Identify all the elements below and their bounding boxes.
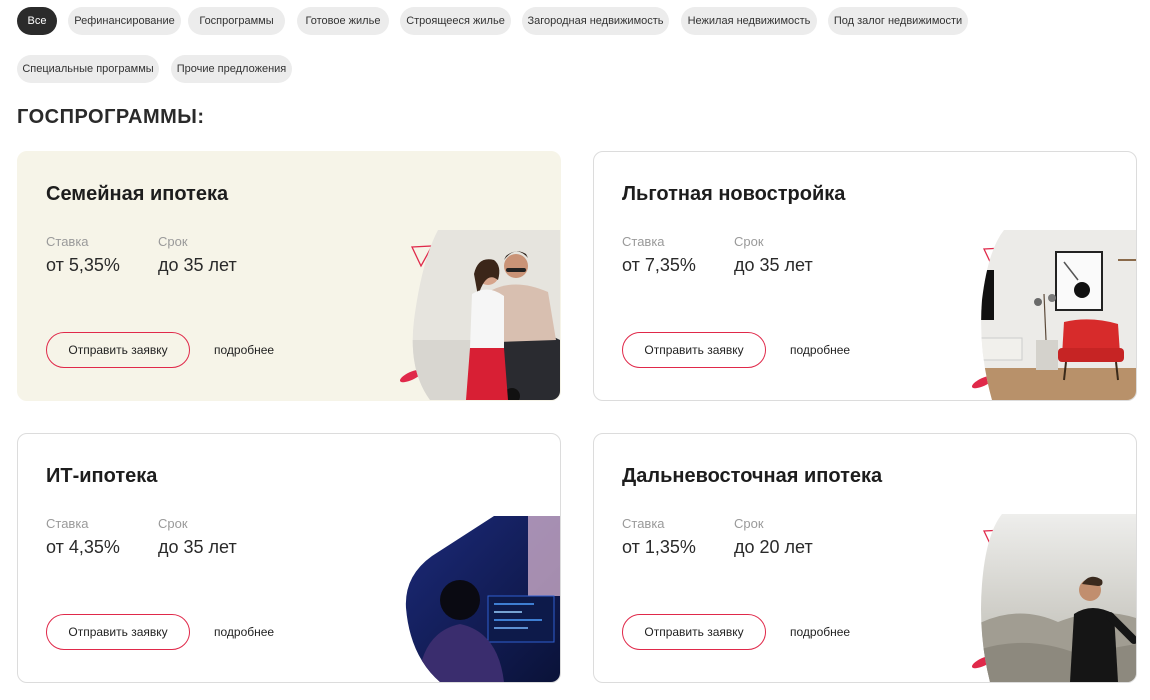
filter-chip-gosprogrammy[interactable]: Госпрограммы — [188, 7, 285, 35]
more-link[interactable]: подробнее — [214, 625, 274, 639]
card-it-mortgage[interactable]: ИТ-ипотека Ставка от 4,35% Срок до 35 ле… — [17, 433, 561, 683]
more-link[interactable]: подробнее — [790, 343, 850, 357]
card-title: Льготная новостройка — [622, 183, 846, 205]
apply-button[interactable]: Отправить заявку — [46, 332, 190, 368]
rate-value: от 1,35% — [622, 537, 696, 557]
term-label: Срок — [734, 516, 764, 531]
man-mountains-photo — [981, 514, 1136, 682]
term-value: до 35 лет — [158, 255, 237, 275]
card-family-mortgage[interactable]: Семейная ипотека Ставка от 5,35% Срок до… — [17, 151, 561, 401]
rate-label: Ставка — [622, 234, 665, 249]
filter-chip-special-programs[interactable]: Специальные программы — [17, 55, 159, 83]
filter-chip-refinancing[interactable]: Рефинансирование — [68, 7, 181, 35]
term-label: Срок — [734, 234, 764, 249]
term-label: Срок — [158, 234, 188, 249]
more-link[interactable]: подробнее — [790, 625, 850, 639]
apply-button[interactable]: Отправить заявку — [622, 614, 766, 650]
filter-chip-ready-housing[interactable]: Готовое жилье — [297, 7, 389, 35]
filter-chip-commercial[interactable]: Нежилая недвижимость — [681, 7, 817, 35]
programmer-monitors-photo — [405, 516, 560, 682]
term-value: до 20 лет — [734, 537, 813, 557]
rate-label: Ставка — [46, 516, 89, 531]
rate-value: от 7,35% — [622, 255, 696, 275]
filter-chip-all[interactable]: Все — [17, 7, 57, 35]
rate-value: от 5,35% — [46, 255, 120, 275]
card-preferential-new-building[interactable]: Льготная новостройка Ставка от 7,35% Сро… — [593, 151, 1137, 401]
card-far-east-mortgage[interactable]: Дальневосточная ипотека Ставка от 1,35% … — [593, 433, 1137, 683]
term-value: до 35 лет — [158, 537, 237, 557]
filter-chip-country-property[interactable]: Загородная недвижимость — [522, 7, 669, 35]
interior-red-chair-photo — [981, 230, 1136, 400]
section-title: ГОСПРОГРАММЫ: — [17, 106, 205, 128]
card-title: Семейная ипотека — [46, 183, 229, 205]
more-link[interactable]: подробнее — [214, 343, 274, 357]
rate-label: Ставка — [622, 516, 665, 531]
filter-chip-collateral[interactable]: Под залог недвижимости — [828, 7, 968, 35]
term-value: до 35 лет — [734, 255, 813, 275]
card-title: ИТ-ипотека — [46, 465, 158, 487]
apply-button[interactable]: Отправить заявку — [622, 332, 766, 368]
filter-chip-other-offers[interactable]: Прочие предложения — [171, 55, 292, 83]
term-label: Срок — [158, 516, 188, 531]
card-title: Дальневосточная ипотека — [622, 465, 883, 487]
filter-chip-under-construction[interactable]: Строящееся жилье — [400, 7, 511, 35]
apply-button[interactable]: Отправить заявку — [46, 614, 190, 650]
rate-label: Ставка — [46, 234, 89, 249]
rate-value: от 4,35% — [46, 537, 120, 557]
family-couple-photo — [412, 230, 560, 400]
